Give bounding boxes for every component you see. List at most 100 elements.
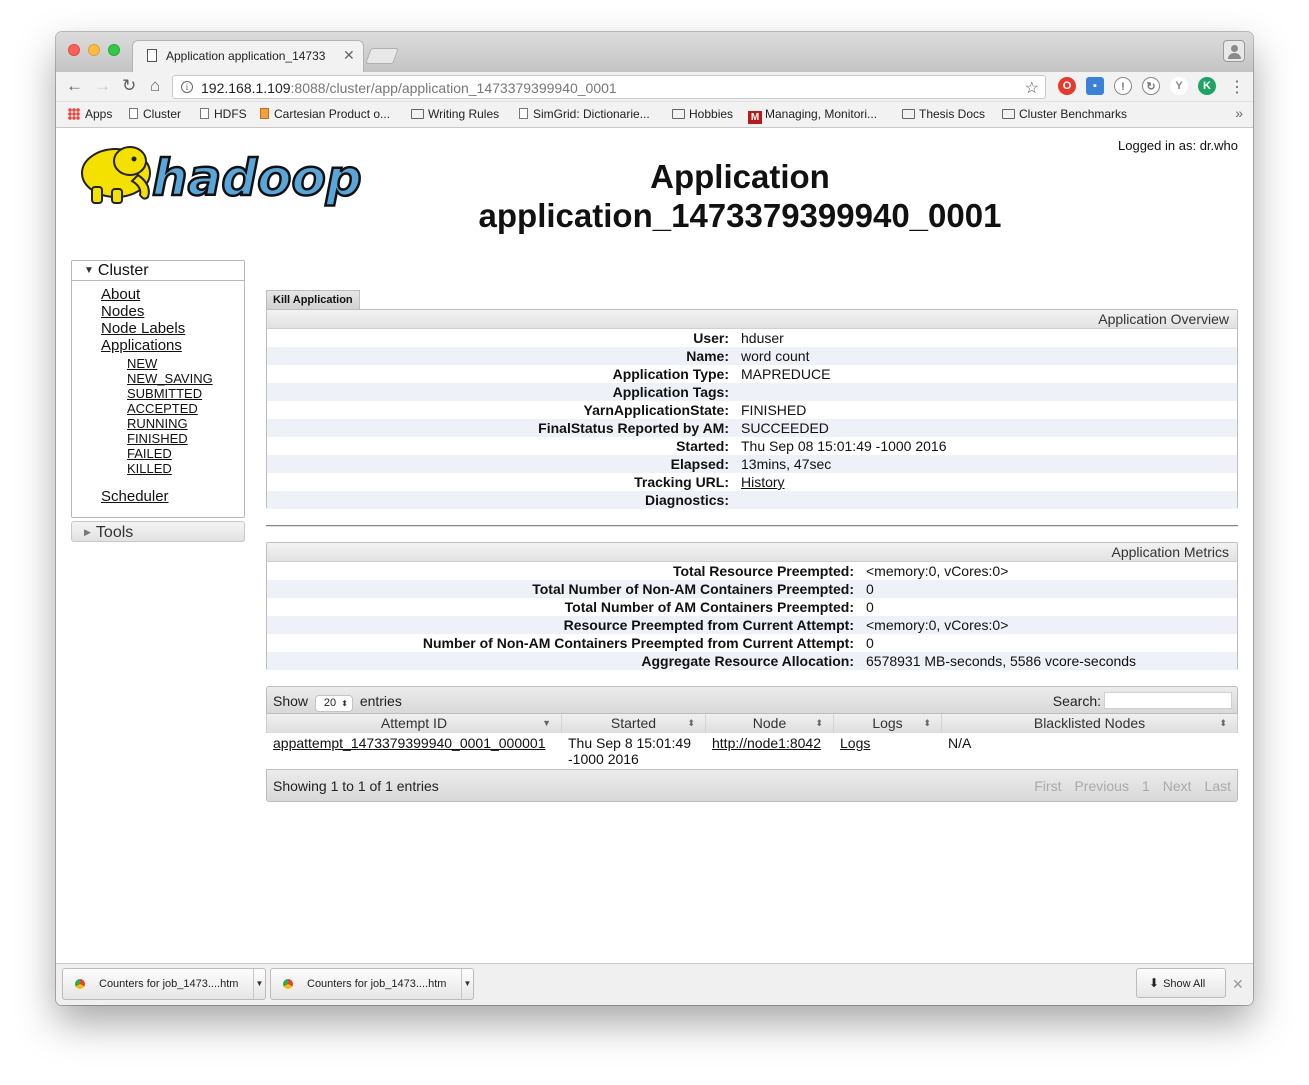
- page-icon: [519, 108, 528, 119]
- logs-link[interactable]: Logs: [840, 735, 870, 751]
- extension-icon[interactable]: ▪: [1086, 77, 1104, 95]
- extension-icon[interactable]: K: [1198, 77, 1216, 95]
- column-node[interactable]: Node ⬍: [706, 714, 834, 733]
- kill-application-button[interactable]: Kill Application: [266, 290, 360, 310]
- download-item[interactable]: Counters for job_1473....htm ▼: [62, 968, 266, 1000]
- profile-button[interactable]: [1223, 40, 1245, 62]
- search-input[interactable]: [1104, 692, 1232, 709]
- left-nav: ▼ Cluster About Nodes Node Labels Applica…: [71, 260, 245, 542]
- nav-state-submitted[interactable]: SUBMITTED: [127, 386, 244, 401]
- elephant-icon: [81, 146, 151, 204]
- bookmark-thesis-docs[interactable]: Thesis Docs: [902, 107, 985, 121]
- column-attempt-id[interactable]: Attempt ID ▼: [267, 714, 562, 733]
- forward-button[interactable]: →: [94, 76, 111, 96]
- sort-icon: ⬍: [815, 718, 823, 728]
- nav-state-new[interactable]: NEW: [127, 356, 244, 371]
- kv-row: Resource Preempted from Current Attempt:…: [267, 616, 1237, 634]
- extension-icon[interactable]: ↻: [1142, 77, 1160, 95]
- overview-heading: Application Overview: [267, 310, 1237, 329]
- svg-text:hadoop: hadoop: [152, 149, 362, 207]
- node-link[interactable]: http://node1:8042: [712, 735, 821, 751]
- show-all-downloads-button[interactable]: ⬇ Show All: [1136, 968, 1226, 998]
- kv-row: Total Resource Preempted: <memory:0, vCor…: [672, 563, 1009, 579]
- address-bar[interactable]: i 192.168.1.109:8088/cluster/app/applica…: [172, 75, 1046, 99]
- kv-row: Elapsed: 13mins, 47sec: [267, 455, 1237, 473]
- nav-state-failed[interactable]: FAILED: [127, 446, 244, 461]
- nav-state-running[interactable]: RUNNING: [127, 416, 244, 431]
- metrics-heading: Application Metrics: [267, 543, 1237, 562]
- column-started[interactable]: Started ⬍: [562, 714, 706, 733]
- url-text[interactable]: 192.168.1.109:8088/cluster/app/applicati…: [201, 80, 617, 96]
- column-logs[interactable]: Logs ⬍: [834, 714, 942, 733]
- downloads-shelf: Counters for job_1473....htm ▼ Counters …: [56, 963, 1253, 1005]
- nav-state-accepted[interactable]: ACCEPTED: [127, 401, 244, 416]
- bookmark-apps[interactable]: Apps: [68, 107, 112, 121]
- home-button[interactable]: ⌂: [150, 76, 160, 96]
- bookmark-hobbies[interactable]: Hobbies: [672, 107, 733, 121]
- logged-in-label: Logged in as: dr.who: [1118, 138, 1238, 153]
- bookmark-hdfs[interactable]: HDFS: [200, 107, 247, 121]
- table-header: Attempt ID ▼ Started ⬍ Node ⬍ Logs ⬍ Blackli…: [266, 714, 1238, 733]
- pager-last[interactable]: Last: [1205, 778, 1231, 794]
- kv-row: Application Type: MAPREDUCE: [612, 366, 831, 382]
- kv-row: FinalStatus Reported by AM: SUCCEEDED: [267, 419, 1237, 437]
- kv-row: Aggregate Resource Allocation: 6578931 MB…: [267, 652, 1237, 670]
- tracking-url-link[interactable]: History: [741, 474, 785, 490]
- wrench-icon[interactable]: Y: [1170, 77, 1188, 95]
- cluster-section: ▼ Cluster About Nodes Node Labels Applica…: [71, 260, 245, 518]
- page-size-select[interactable]: 20 ⬍: [314, 695, 353, 712]
- bookmark-cluster[interactable]: Cluster: [129, 107, 181, 121]
- started-cell: Thu Sep 8 15:01:49 -1000 2016: [568, 735, 691, 767]
- attempt-id-link[interactable]: appattempt_1473379399940_0001_000001: [273, 735, 546, 751]
- new-tab-button[interactable]: [365, 48, 399, 64]
- nav-nodes[interactable]: Nodes: [101, 303, 244, 320]
- tools-section-header[interactable]: ▶ Tools: [71, 521, 245, 542]
- bookmark-writing-rules[interactable]: Writing Rules: [411, 107, 499, 121]
- bookmark-star-icon[interactable]: ☆: [1025, 78, 1039, 98]
- nav-node-labels[interactable]: Node Labels: [101, 320, 244, 337]
- nav-state-killed[interactable]: KILLED: [127, 461, 244, 476]
- back-button[interactable]: ←: [66, 76, 83, 96]
- hadoop-logo[interactable]: hadoop: [74, 139, 374, 211]
- column-blacklisted-nodes[interactable]: Blacklisted Nodes ⬍: [942, 714, 1237, 733]
- close-shelf-icon[interactable]: ✕: [1232, 976, 1244, 993]
- reload-button[interactable]: ↻: [122, 76, 136, 96]
- bookmark-managing[interactable]: M Managing, Monitori...: [748, 107, 877, 124]
- active-tab[interactable]: Application application_14733 ✕: [132, 40, 364, 72]
- nav-state-finished[interactable]: FINISHED: [127, 431, 244, 446]
- section-divider: [266, 525, 1238, 527]
- extension-icon[interactable]: !: [1114, 77, 1132, 95]
- nav-about[interactable]: About: [101, 286, 244, 303]
- close-window-button[interactable]: [68, 44, 80, 56]
- nav-state-new-saving[interactable]: NEW_SAVING: [127, 371, 244, 386]
- chevron-updown-icon: ⬍: [341, 699, 348, 708]
- minimize-window-button[interactable]: [88, 44, 100, 56]
- kv-row: Started: Thu Sep 08 15:01:49 -1000 2016: [676, 438, 947, 454]
- pager-first[interactable]: First: [1034, 778, 1061, 794]
- more-bookmarks-icon[interactable]: »: [1235, 105, 1243, 121]
- cluster-section-header[interactable]: ▼ Cluster: [72, 261, 244, 281]
- bookmark-cluster-benchmarks[interactable]: Cluster Benchmarks: [1002, 107, 1127, 121]
- kv-row: Total Number of Non-AM Containers Preemp…: [267, 580, 1237, 598]
- chevron-down-icon[interactable]: ▼: [253, 969, 265, 999]
- maximize-window-button[interactable]: [108, 44, 120, 56]
- chevron-down-icon[interactable]: ▼: [461, 969, 473, 999]
- opera-extension-icon[interactable]: O: [1058, 77, 1076, 95]
- bookmark-simgrid[interactable]: SimGrid: Dictionarie...: [519, 107, 650, 121]
- pager-page-1[interactable]: 1: [1142, 778, 1150, 794]
- attempts-table: Show 20 ⬍ entries Search: Attempt ID ▼ Sta…: [266, 686, 1238, 802]
- page-icon: [260, 108, 269, 119]
- desktop: Application application_14733 ✕ ← → ↻ ⌂ …: [0, 0, 1309, 1085]
- info-icon[interactable]: i: [181, 81, 193, 93]
- pager-previous[interactable]: Previous: [1074, 778, 1128, 794]
- menu-icon[interactable]: ⋮: [1229, 77, 1245, 97]
- bookmark-cartesian[interactable]: Cartesian Product o...: [260, 107, 390, 121]
- nav-applications[interactable]: Applications: [101, 337, 244, 354]
- nav-scheduler[interactable]: Scheduler: [101, 488, 244, 505]
- close-tab-icon[interactable]: ✕: [343, 47, 355, 64]
- download-item[interactable]: Counters for job_1473....htm ▼: [270, 968, 474, 1000]
- triangle-right-icon: ▶: [84, 527, 91, 537]
- pager-next[interactable]: Next: [1163, 778, 1192, 794]
- bookmarks-bar: Apps Cluster HDFS Cartesian Product o...…: [56, 102, 1253, 128]
- kv-row: Number of Non-AM Containers Preempted fr…: [422, 635, 874, 651]
